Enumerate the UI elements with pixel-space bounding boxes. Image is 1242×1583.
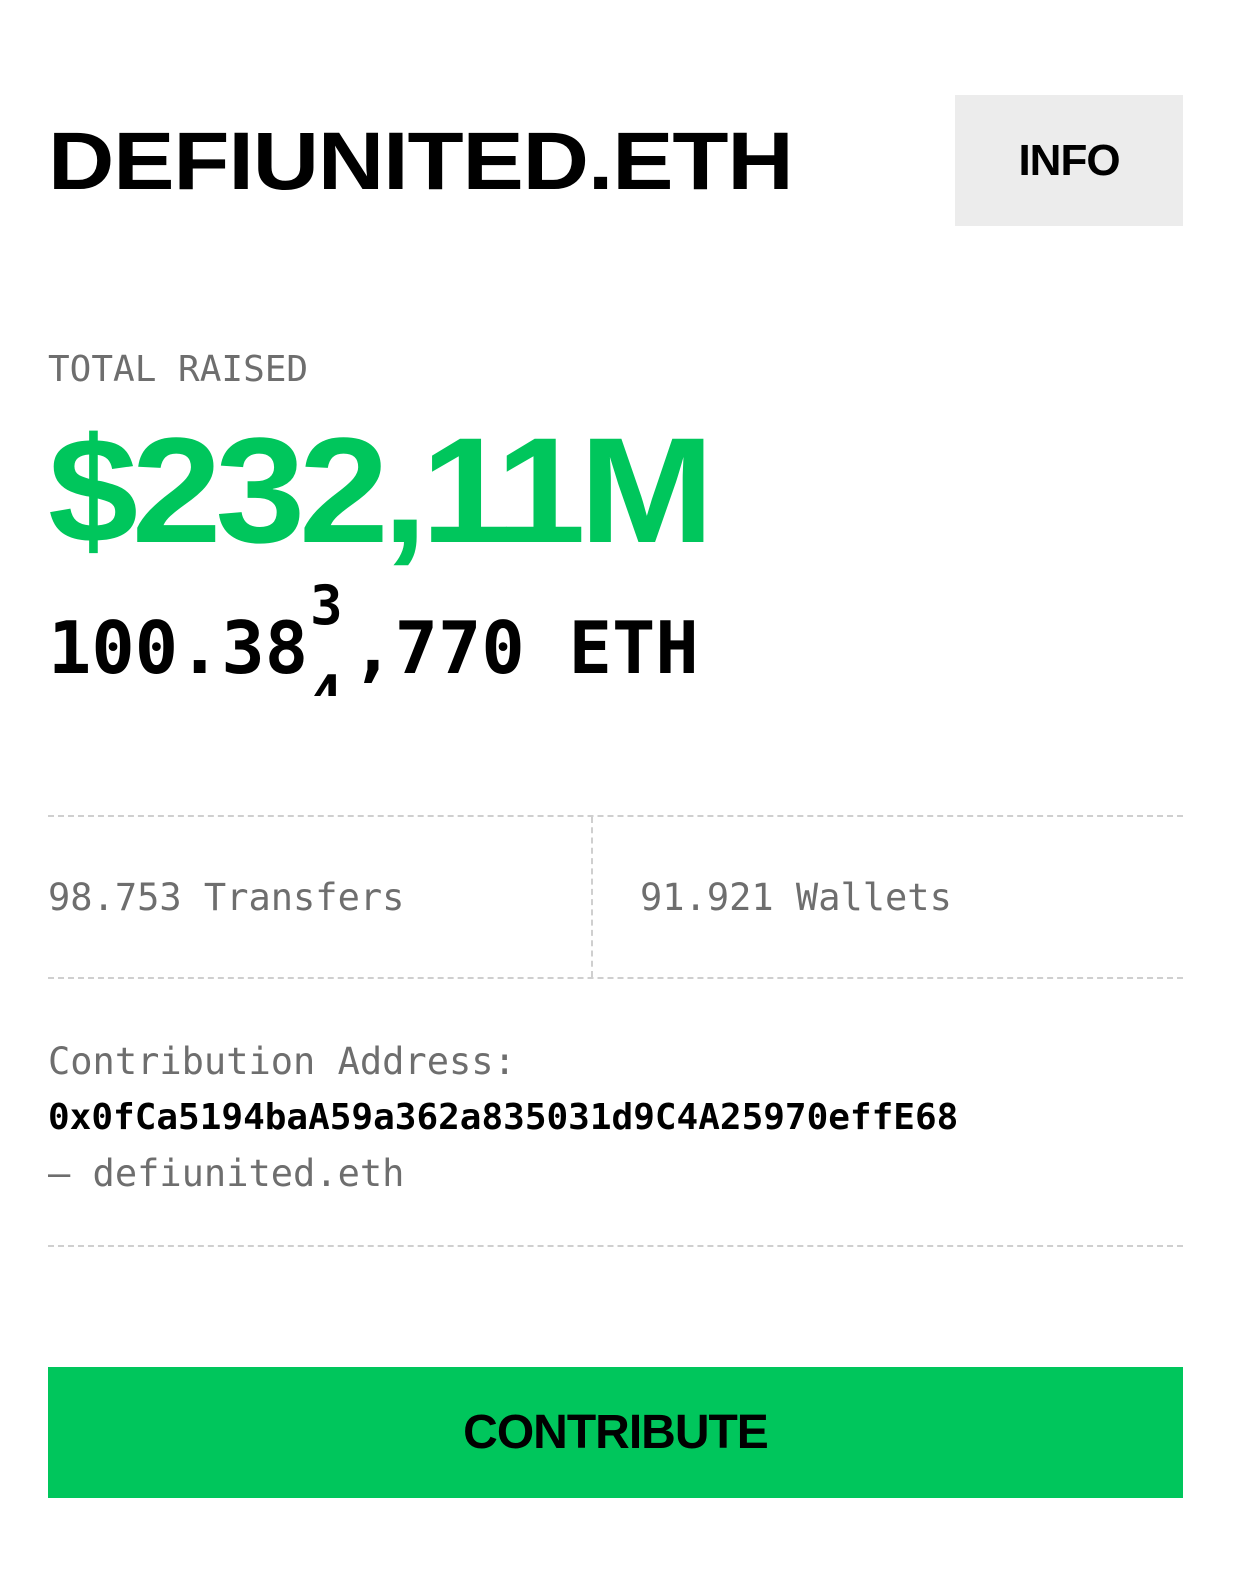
contribution-address-block: Contribution Address: 0x0fCa5194baA59a36… (48, 1034, 1183, 1202)
total-raised-label: TOTAL RAISED (48, 349, 309, 390)
divider (48, 1245, 1183, 1247)
header: DEFIUNITED.ETH INFO (48, 95, 1183, 226)
contribute-button[interactable]: CONTRIBUTE (48, 1367, 1183, 1498)
rolling-digit-top: 3 (310, 574, 343, 637)
info-button[interactable]: INFO (955, 95, 1183, 226)
page-title: DEFIUNITED.ETH (48, 116, 794, 207)
contribution-address[interactable]: 0x0fCa5194baA59a362a835031d9C4A25970effE… (48, 1090, 1183, 1146)
stats-divider (591, 817, 593, 977)
transfers-count: 98.753 Transfers (48, 876, 405, 919)
rolling-digit-bottom: 4 (310, 666, 343, 696)
rolling-digit: 3 4 (308, 576, 351, 697)
contribution-ens-name: — defiunited.eth (48, 1152, 405, 1195)
eth-unit: ETH (568, 606, 699, 690)
eth-amount-suffix: ,770 (351, 606, 525, 690)
wallets-count: 91.921 Wallets (640, 876, 952, 919)
contribution-address-label: Contribution Address: (48, 1040, 516, 1083)
total-raised-eth: 100.38 3 4 ,770 ETH (48, 576, 699, 698)
total-raised-usd: $232,11M (48, 406, 714, 574)
stats-panel: 98.753 Transfers 91.921 Wallets (48, 815, 1183, 979)
eth-amount-prefix: 100.38 (48, 606, 309, 690)
